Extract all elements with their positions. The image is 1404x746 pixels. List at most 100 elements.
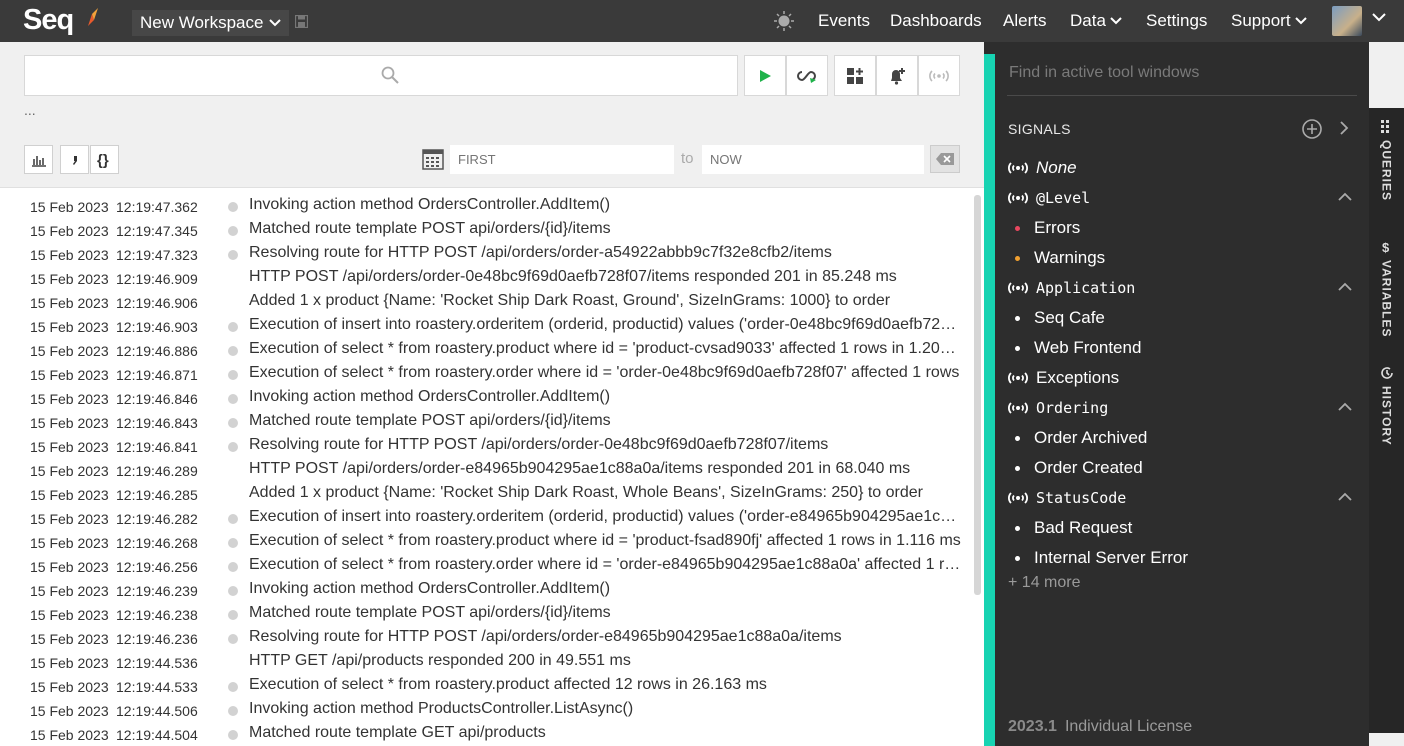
event-row[interactable]: 15 Feb 2023 12:19:47.323 Resolving route f… — [0, 242, 970, 266]
signal-exceptions[interactable]: Exceptions — [1007, 365, 1119, 391]
signal-group-level[interactable]: @Level — [1007, 185, 1090, 211]
signal-group-ordering[interactable]: Ordering — [1007, 395, 1108, 421]
signal-icon — [1008, 282, 1028, 294]
event-level-dot — [228, 682, 238, 692]
event-row[interactable]: 15 Feb 2023 12:19:46.256 Execution of sele… — [0, 554, 970, 578]
range-to-input[interactable] — [702, 145, 924, 174]
raw-text-toggle-button[interactable] — [60, 145, 89, 174]
event-date: 15 Feb 2023 — [30, 463, 109, 479]
signal-bad-request[interactable]: Bad Request — [1015, 515, 1132, 541]
clear-range-button[interactable] — [930, 145, 960, 173]
add-alert-button[interactable] — [876, 55, 918, 96]
events-scrollbar[interactable] — [974, 195, 981, 595]
signal-order-created[interactable]: Order Created — [1015, 455, 1143, 481]
event-level-dot — [228, 418, 238, 428]
event-row[interactable]: 15 Feb 2023 12:19:46.238 Matched route tem… — [0, 602, 970, 626]
event-row[interactable]: 15 Feb 2023 12:19:46.268 Execution of sele… — [0, 530, 970, 554]
event-row[interactable]: 15 Feb 2023 12:19:44.506 Invoking action m… — [0, 698, 970, 722]
event-message: Matched route template POST api/orders/{… — [249, 412, 611, 429]
event-row[interactable]: 15 Feb 2023 12:19:46.285 Added 1 x product… — [0, 482, 970, 506]
save-workspace-icon[interactable] — [295, 15, 308, 28]
tab-history[interactable]: HISTORY — [1369, 366, 1404, 446]
signal-label: Order Created — [1034, 458, 1143, 477]
chevron-up-icon[interactable] — [1338, 492, 1352, 501]
tail-button[interactable] — [786, 55, 828, 96]
event-date: 15 Feb 2023 — [30, 295, 109, 311]
signal-internal-server-error[interactable]: Internal Server Error — [1015, 545, 1188, 571]
chevron-up-icon[interactable] — [1338, 402, 1352, 411]
event-message: Added 1 x product {Name: 'Rocket Ship Da… — [249, 292, 891, 309]
event-time: 12:19:47.323 — [116, 247, 198, 263]
calendar-icon[interactable] — [422, 148, 444, 170]
event-row[interactable]: 15 Feb 2023 12:19:46.909 HTTP POST /api/or… — [0, 266, 970, 290]
chevron-right-icon[interactable] — [1339, 121, 1349, 135]
search-icon[interactable] — [381, 66, 399, 84]
event-time: 12:19:46.886 — [116, 343, 198, 359]
range-from-input[interactable] — [450, 145, 674, 174]
signal-group-label: Ordering — [1036, 399, 1109, 417]
event-date: 15 Feb 2023 — [30, 631, 109, 647]
signal-label: Seq Cafe — [1034, 308, 1105, 327]
signal-icon — [1008, 402, 1028, 414]
event-row[interactable]: 15 Feb 2023 12:19:46.236 Resolving route f… — [0, 626, 970, 650]
event-row[interactable]: 15 Feb 2023 12:19:46.843 Matched route tem… — [0, 410, 970, 434]
event-row[interactable]: 15 Feb 2023 12:19:46.906 Added 1 x product… — [0, 290, 970, 314]
run-query-button[interactable] — [744, 55, 786, 96]
event-level-dot — [228, 538, 238, 548]
user-avatar[interactable] — [1332, 6, 1362, 36]
event-row[interactable]: 15 Feb 2023 12:19:46.886 Execution of sele… — [0, 338, 970, 362]
event-time: 12:19:46.239 — [116, 583, 198, 599]
nav-data[interactable]: Data — [1070, 0, 1122, 42]
event-row[interactable]: 15 Feb 2023 12:19:44.536 HTTP GET /api/pro… — [0, 650, 970, 674]
event-row[interactable]: 15 Feb 2023 12:19:46.289 HTTP POST /api/or… — [0, 458, 970, 482]
signal-group-application[interactable]: Application — [1007, 275, 1135, 301]
event-level-dot — [228, 226, 238, 236]
signal-seq-cafe[interactable]: Seq Cafe — [1015, 305, 1105, 331]
add-to-dashboard-button[interactable] — [834, 55, 876, 96]
theme-toggle-icon[interactable] — [774, 11, 794, 31]
event-row[interactable]: 15 Feb 2023 12:19:46.841 Resolving route f… — [0, 434, 970, 458]
signal-errors[interactable]: Errors — [1015, 215, 1080, 241]
more-signals-link[interactable]: + 14 more — [1008, 574, 1080, 592]
event-time: 12:19:47.362 — [116, 199, 198, 215]
workspace-selector[interactable]: New Workspace — [132, 10, 290, 36]
add-signal-button[interactable] — [918, 55, 960, 96]
event-time: 12:19:46.256 — [116, 559, 198, 575]
chevron-down-icon[interactable] — [1372, 13, 1386, 22]
nav-dashboards[interactable]: Dashboards — [890, 0, 982, 42]
signal-group-statuscode[interactable]: StatusCode — [1007, 485, 1126, 511]
chevron-up-icon[interactable] — [1338, 282, 1352, 291]
seq-logo[interactable]: Seq — [23, 4, 74, 37]
nav-events[interactable]: Events — [818, 0, 870, 42]
event-message: HTTP POST /api/orders/order-0e48bc9f69d0… — [249, 268, 897, 285]
add-chart-icon — [847, 67, 863, 84]
event-level-dot — [228, 370, 238, 380]
chevron-up-icon[interactable] — [1338, 192, 1352, 201]
find-in-tools-input[interactable]: Find in active tool windows — [1009, 64, 1199, 82]
event-row[interactable]: 15 Feb 2023 12:19:46.239 Invoking action m… — [0, 578, 970, 602]
signal-order-archived[interactable]: Order Archived — [1015, 425, 1147, 451]
event-message: Execution of insert into roastery.orderi… — [249, 508, 961, 525]
add-circle-icon[interactable] — [1301, 118, 1323, 140]
signal-warnings[interactable]: Warnings — [1015, 245, 1105, 271]
event-row[interactable]: 15 Feb 2023 12:19:46.903 Execution of inse… — [0, 314, 970, 338]
event-row[interactable]: 15 Feb 2023 12:19:46.871 Execution of sele… — [0, 362, 970, 386]
signal-none[interactable]: None — [1007, 155, 1077, 181]
tab-variables[interactable]: $ VARIABLES — [1369, 240, 1404, 337]
event-message: Resolving route for HTTP POST /api/order… — [249, 436, 829, 453]
json-toggle-button[interactable]: {} — [90, 145, 119, 174]
event-row[interactable]: 15 Feb 2023 12:19:47.345 Matched route tem… — [0, 218, 970, 242]
event-row[interactable]: 15 Feb 2023 12:19:44.533 Execution of sele… — [0, 674, 970, 698]
event-row[interactable]: 15 Feb 2023 12:19:46.846 Invoking action m… — [0, 386, 970, 410]
nav-support[interactable]: Support — [1231, 0, 1307, 42]
event-row[interactable]: 15 Feb 2023 12:19:46.282 Execution of inse… — [0, 506, 970, 530]
event-row[interactable]: 15 Feb 2023 12:19:44.504 Matched route tem… — [0, 722, 970, 746]
nav-settings[interactable]: Settings — [1146, 0, 1207, 42]
signal-web-frontend[interactable]: Web Frontend — [1015, 335, 1141, 361]
bullet-icon — [1015, 225, 1020, 231]
tab-queries[interactable]: QUERIES — [1369, 120, 1404, 201]
histogram-toggle-button[interactable] — [24, 145, 53, 174]
event-row[interactable]: 15 Feb 2023 12:19:47.362 Invoking action m… — [0, 194, 970, 218]
nav-alerts[interactable]: Alerts — [1003, 0, 1046, 42]
event-time: 12:19:46.903 — [116, 319, 198, 335]
